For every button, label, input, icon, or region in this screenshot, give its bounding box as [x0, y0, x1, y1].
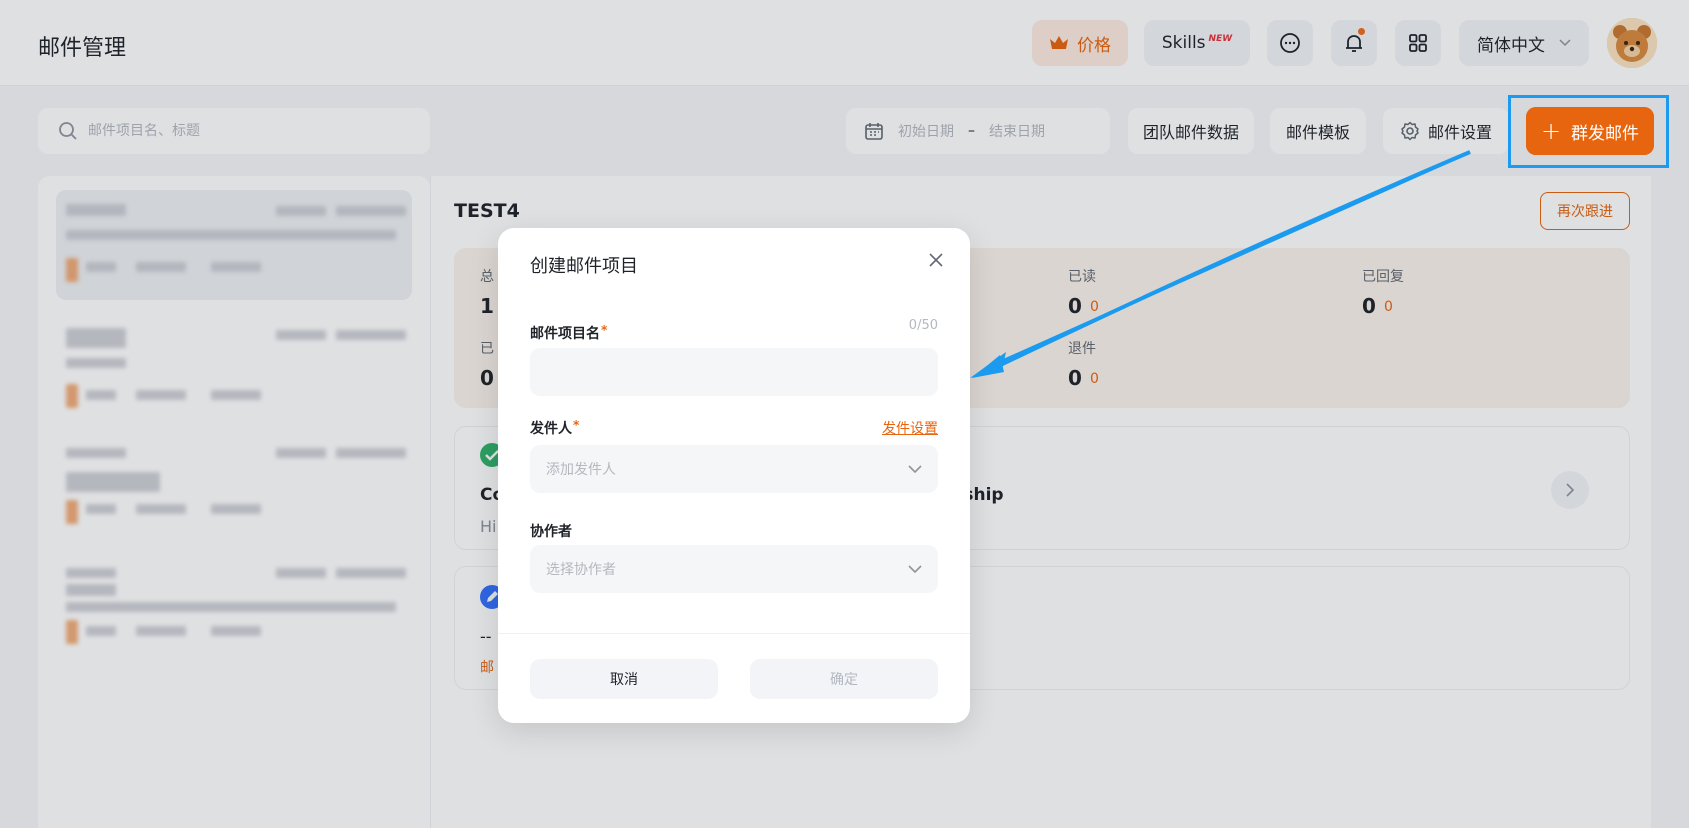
sender-select[interactable]: 添加发件人 — [530, 445, 938, 493]
char-counter: 0/50 — [908, 318, 938, 333]
collaborator-placeholder: 选择协作者 — [546, 562, 616, 578]
project-name-label-text: 邮件项目名 — [530, 326, 600, 342]
project-name-input[interactable] — [530, 348, 938, 396]
project-name-label: 邮件项目名* — [530, 323, 607, 343]
sender-settings-link[interactable]: 发件设置 — [882, 418, 938, 438]
collaborator-label: 协作者 — [530, 524, 572, 540]
chevron-down-icon — [908, 465, 922, 473]
annotation-highlight-box — [1508, 95, 1669, 168]
sender-placeholder: 添加发件人 — [546, 462, 616, 478]
collaborator-select[interactable]: 选择协作者 — [530, 545, 938, 593]
modal-divider — [498, 633, 970, 634]
confirm-label: 确定 — [830, 672, 858, 688]
required-mark: * — [573, 418, 580, 432]
sender-label-text: 发件人 — [530, 421, 572, 437]
create-project-modal: 创建邮件项目 邮件项目名* 0/50 发件人* 发件设置 添加发件人 协作者 选… — [498, 228, 970, 723]
chevron-down-icon — [908, 565, 922, 573]
close-icon[interactable] — [922, 246, 950, 274]
modal-title: 创建邮件项目 — [530, 256, 638, 277]
cancel-button[interactable]: 取消 — [530, 659, 718, 699]
confirm-button[interactable]: 确定 — [750, 659, 938, 699]
required-mark: * — [601, 323, 608, 337]
cancel-label: 取消 — [610, 672, 638, 688]
sender-label: 发件人* — [530, 418, 579, 438]
